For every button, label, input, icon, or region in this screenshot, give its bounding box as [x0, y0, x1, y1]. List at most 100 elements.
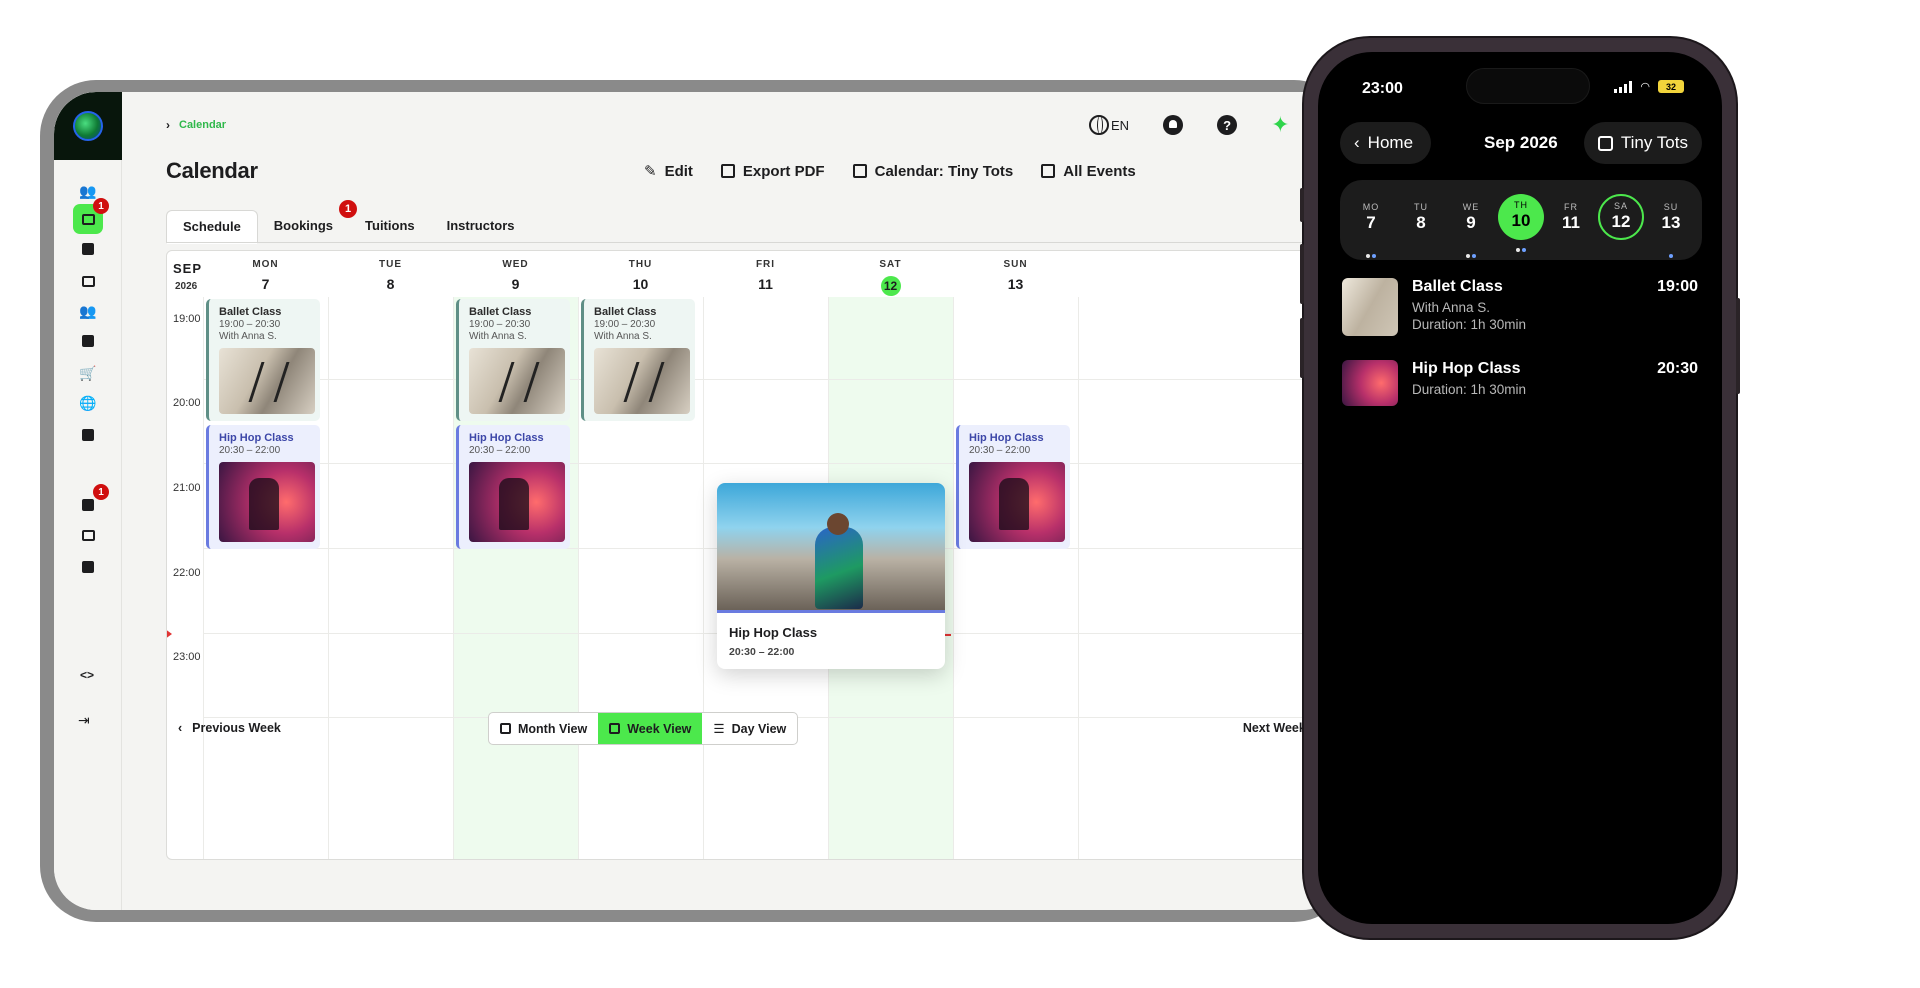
- language-label: EN: [1111, 117, 1130, 133]
- wifi-icon: ◠: [1640, 81, 1650, 93]
- toolbar: ✎ Edit Export PDF Calendar: Tiny Tots All…: [644, 162, 1136, 181]
- week-day-mo[interactable]: MO 7: [1348, 194, 1394, 258]
- month-view-button[interactable]: Month View: [489, 713, 598, 744]
- sidebar-item-scan[interactable]: [73, 266, 103, 296]
- agenda-duration: Duration: 1h 30min: [1412, 382, 1527, 397]
- event-thumbnail: [469, 462, 565, 542]
- sidebar-item-calendar[interactable]: 1: [73, 198, 109, 234]
- current-time-marker: [167, 629, 172, 639]
- breadcrumb: › Calendar: [166, 118, 226, 132]
- day-header-tue[interactable]: TUE 8: [328, 259, 453, 292]
- sidebar-item-shop[interactable]: 🛒: [73, 358, 103, 388]
- sidebar-item-contacts[interactable]: 1: [73, 484, 109, 520]
- language-switcher[interactable]: EN: [1089, 115, 1129, 135]
- event-ballet-mon[interactable]: Ballet Class 19:00 – 20:30 With Anna S.: [206, 299, 320, 421]
- tab-schedule[interactable]: Schedule: [166, 210, 258, 244]
- sidebar-item-web[interactable]: 🌐: [73, 388, 103, 418]
- document-icon: [82, 561, 94, 573]
- day-header-sat[interactable]: SAT 12: [828, 259, 953, 296]
- users-icon: 👥: [79, 182, 97, 199]
- weekday-label: SU: [1663, 202, 1679, 212]
- calendar-select-button[interactable]: Tiny Tots: [1583, 122, 1702, 164]
- id-badge-icon: [82, 243, 94, 255]
- weekday-number: 10: [1511, 211, 1531, 230]
- calendar-badge: 1: [93, 198, 109, 214]
- event-hiphop-wed[interactable]: Hip Hop Class 20:30 – 22:00: [456, 425, 570, 549]
- weekday-number: 12: [1611, 212, 1631, 231]
- tablet-device: 👥 1 👥 🛒 🌐 1 <> ⇥ › Calendar EN ? ✦ Calen…: [40, 80, 1350, 922]
- edit-button[interactable]: ✎ Edit: [644, 162, 693, 181]
- day-name: MON: [252, 259, 279, 270]
- week-day-th-selected[interactable]: TH 10: [1498, 194, 1544, 252]
- help-icon[interactable]: ?: [1217, 115, 1238, 135]
- day-name: THU: [628, 259, 653, 270]
- code-icon[interactable]: <>: [80, 668, 94, 682]
- week-day-sa-today[interactable]: SA 12: [1598, 194, 1644, 240]
- agenda-item-ballet[interactable]: Ballet Class 19:00 With Anna S. Duration…: [1340, 278, 1702, 364]
- tab-bookings-label: Bookings: [273, 218, 334, 233]
- pencil-icon: ✎: [644, 163, 657, 180]
- day-number: 8: [386, 276, 395, 292]
- bell-icon[interactable]: [1163, 115, 1184, 135]
- weekday-number: 7: [1366, 213, 1376, 232]
- previous-week-button[interactable]: ‹ Previous Week: [178, 721, 281, 735]
- export-pdf-button[interactable]: Export PDF: [720, 162, 825, 180]
- week-calendar: SEP 2026 MON 7 TUE 8 WED 9 THU 10 FRI 11 SAT 1…: [166, 250, 1344, 860]
- weekday-label: WE: [1462, 202, 1480, 212]
- sidebar-item-media[interactable]: [73, 326, 103, 356]
- event-hiphop-sun[interactable]: Hip Hop Class 20:30 – 22:00: [956, 425, 1070, 549]
- event-preview-card[interactable]: Hip Hop Class 20:30 – 22:00: [717, 483, 945, 669]
- breadcrumb-current[interactable]: Calendar: [179, 119, 226, 131]
- day-header-wed[interactable]: WED 9: [453, 259, 578, 292]
- weekday-number: 11: [1562, 213, 1580, 232]
- week-day-we[interactable]: WE 9: [1448, 194, 1494, 258]
- event-ballet-thu[interactable]: Ballet Class 19:00 – 20:30 With Anna S.: [581, 299, 695, 421]
- agenda-item-hiphop[interactable]: Hip Hop Class 20:30 Duration: 1h 30min: [1340, 360, 1702, 446]
- grid-column-line: [578, 297, 579, 859]
- weekday-number: 9: [1466, 213, 1476, 232]
- weekday-number: 8: [1416, 213, 1426, 232]
- agenda-time: 19:00: [1657, 278, 1698, 295]
- next-week-label: Next Week: [1242, 721, 1306, 735]
- sidebar-item-reports[interactable]: [73, 420, 103, 450]
- event-time: 20:30 – 22:00: [969, 445, 1031, 456]
- day-view-button[interactable]: ☰ Day View: [702, 713, 797, 744]
- logout-icon[interactable]: ⇥: [78, 712, 90, 729]
- day-view-label: Day View: [731, 721, 787, 736]
- app-logo[interactable]: [54, 92, 122, 160]
- event-thumbnail: [219, 462, 315, 542]
- event-hiphop-mon[interactable]: Hip Hop Class 20:30 – 22:00: [206, 425, 320, 549]
- time-label: 22:00: [173, 567, 201, 579]
- chevron-left-icon: ‹: [178, 721, 183, 735]
- agenda-thumbnail: [1342, 360, 1398, 406]
- agenda-title: Hip Hop Class: [1412, 360, 1521, 377]
- back-button[interactable]: ‹ Home: [1340, 122, 1432, 164]
- credit-card-icon: [81, 529, 95, 541]
- day-header-thu[interactable]: THU 10: [578, 259, 703, 292]
- signal-icon: [1614, 80, 1633, 93]
- all-events-button[interactable]: All Events: [1041, 163, 1136, 180]
- week-day-tu[interactable]: TU 8: [1398, 194, 1444, 244]
- event-title: Ballet Class: [219, 306, 282, 318]
- day-header-sun[interactable]: SUN 13: [953, 259, 1078, 292]
- day-header-mon[interactable]: MON 7: [203, 259, 328, 292]
- calendar-select-button[interactable]: Calendar: Tiny Tots: [852, 163, 1013, 180]
- sidebar-item-payments[interactable]: [73, 520, 103, 550]
- tab-tuitions[interactable]: Tuitions: [349, 210, 431, 244]
- export-label: Export PDF: [742, 162, 825, 180]
- sparkle-icon[interactable]: ✦: [1271, 112, 1289, 138]
- event-ballet-wed[interactable]: Ballet Class 19:00 – 20:30 With Anna S.: [456, 299, 570, 421]
- tab-instructors[interactable]: Instructors: [431, 210, 531, 244]
- day-header-fri[interactable]: FRI 11: [703, 259, 828, 292]
- calendar-icon: [852, 164, 867, 178]
- sidebar-item-instructor[interactable]: [73, 234, 103, 264]
- sidebar-item-groups[interactable]: 👥: [73, 296, 103, 326]
- weekday-label: FR: [1564, 202, 1578, 212]
- sidebar-item-docs[interactable]: [73, 552, 103, 582]
- tab-bookings[interactable]: Bookings 1: [258, 200, 358, 244]
- week-day-su[interactable]: SU 13: [1648, 194, 1694, 258]
- week-day-fr[interactable]: FR 11: [1548, 194, 1594, 244]
- week-view-button[interactable]: Week View: [598, 713, 703, 744]
- grid-column-line: [328, 297, 329, 859]
- event-thumbnail: [594, 348, 690, 414]
